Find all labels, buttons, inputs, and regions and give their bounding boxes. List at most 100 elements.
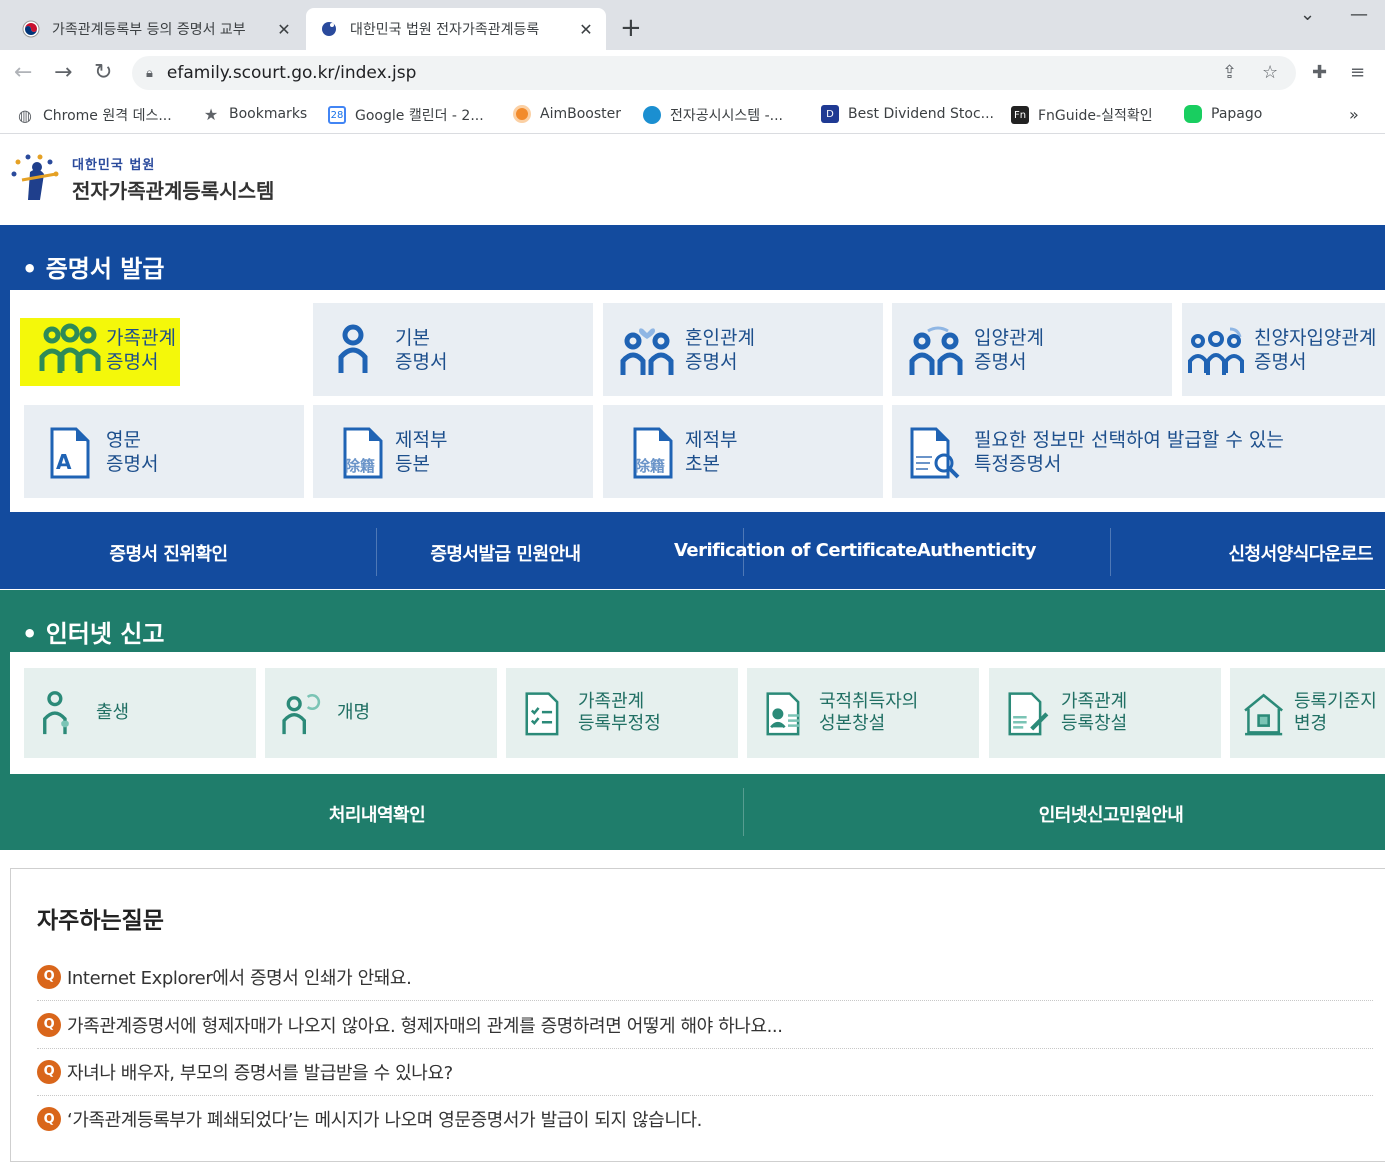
card-register-creation[interactable]: 가족관계 등록창설 [989,668,1221,758]
reload-icon[interactable]: ↻ [94,60,112,85]
card-adoption-cert[interactable]: 입양관계 증명서 [892,303,1172,396]
card-label-line1: 혼인관계 [685,326,755,349]
card-label-line2: 성본창설 [819,713,886,734]
link-cert-verification-kr[interactable]: 증명서 진위확인 [0,540,337,566]
card-label-line2: 등록창설 [1061,713,1128,734]
star-icon: ★ [203,104,219,124]
forward-icon[interactable]: → [54,60,72,85]
card-label-line2: 특정증명서 [974,452,1062,475]
faq-item[interactable]: Q ‘가족관계등록부가 폐쇄되었다’는 메시지가 나오며 영문증명서가 발급이 … [37,1095,1373,1143]
tab-search-icon[interactable]: ⌄ [1300,4,1315,25]
card-full-adoption-cert[interactable]: 친양자입양관계 증명서 [1182,303,1385,396]
new-tab-button[interactable]: + [620,14,642,42]
dart-icon [643,106,661,124]
browser-tabstrip: 가족관계등록부 등의 증명서 교부 ✕ 대한민국 법원 전자가족관계등록 ✕ +… [0,0,1385,50]
faq-box: 자주하는질문 Q Internet Explorer에서 증명서 인쇄가 안돼요… [10,868,1385,1162]
card-label-line2: 등록부정정 [578,713,661,734]
card-english-cert[interactable]: A 영문 증명서 [24,405,304,498]
link-form-download[interactable]: 신청서양식다운로드 [1036,540,1385,566]
birth-icon [43,691,69,735]
card-register-correction[interactable]: 가족관계 등록부정정 [506,668,738,758]
tab-active[interactable]: 대한민국 법원 전자가족관계등록 ✕ [306,8,606,50]
close-tab-icon[interactable]: ✕ [274,20,294,39]
checklist-icon [525,692,559,736]
bookmark-best-dividend[interactable]: D Best Dividend Stoc... [821,105,994,123]
card-birth-report[interactable]: 출생 [24,668,256,758]
link-report-guide[interactable]: 인터넷신고민원안내 [754,801,1385,827]
card-specific-cert[interactable]: 필요한 정보만 선택하여 발급할 수 있는 특정증명서 [892,405,1385,498]
link-processing-history[interactable]: 처리내역확인 [0,801,754,827]
logo-text-line1: 대한민국 법원 [72,158,156,173]
card-marriage-cert[interactable]: 혼인관계 증명서 [603,303,883,396]
link-divider [1110,528,1111,576]
card-label-line1: 기본 [395,326,430,349]
card-label-line1: 출생 [96,702,130,723]
report-section-title: • 인터넷 신고 [22,620,165,648]
bookmark-folder[interactable]: ★ Bookmarks [202,104,307,124]
bookmark-dart[interactable]: 전자공시시스템 -... [643,105,783,125]
couple-heart-icon [620,327,674,375]
bookmarks-bar: ◍ Chrome 원격 데스... ★ Bookmarks 28 Google 캘린더… [0,96,1385,134]
adoption-icon [909,326,963,375]
tab-title: 대한민국 법원 전자가족관계등록 [350,22,540,38]
card-basic-cert[interactable]: 기본 증명서 [313,303,593,396]
reading-list-icon[interactable]: ≡ [1350,62,1365,83]
removed-register-icon: 除籍 [343,427,383,478]
card-label-line2: 증명서 [106,452,159,475]
link-cert-verification-en[interactable]: Verification of CertificateAuthenticity [674,540,1037,566]
bookmark-aimbooster[interactable]: AimBooster [513,105,621,123]
person-icon [338,324,368,373]
card-registration-base-change[interactable]: 등록기준지 변경 [1230,668,1385,758]
bookmark-fnguide[interactable]: Fn FnGuide-실적확인 [1011,105,1153,125]
tab-inactive[interactable]: 가족관계등록부 등의 증명서 교부 ✕ [8,8,304,50]
calendar-icon: 28 [328,106,346,124]
report-links-bar: 처리내역확인 인터넷신고민원안내 [0,801,1385,827]
card-removed-register-extract[interactable]: 除籍 제적부 초본 [603,405,883,498]
card-family-relation-cert[interactable]: 가족관계 증명서 [24,303,304,396]
card-label-line2: 증명서 [395,350,448,373]
document-letter-text: A [56,450,72,474]
korea-flag-icon [22,20,40,38]
court-logo-icon [322,22,336,36]
bookmark-chrome-remote[interactable]: ◍ Chrome 원격 데스... [16,105,172,125]
faq-question: ‘가족관계등록부가 폐쇄되었다’는 메시지가 나오며 영문증명서가 발급이 되지… [67,1110,702,1131]
faq-item[interactable]: Q 자녀나 배우자, 부모의 증명서를 발급받을 수 있나요? [37,1048,1373,1096]
minimize-icon[interactable]: — [1350,4,1368,25]
card-removed-register-copy[interactable]: 除籍 제적부 등본 [313,405,593,498]
faq-title: 자주하는질문 [37,908,164,934]
card-label-line2: 증명서 [974,350,1027,373]
back-icon[interactable]: ← [14,60,32,85]
bookmark-google-calendar[interactable]: 28 Google 캘린더 - 2... [328,105,484,125]
card-label-line1: 제적부 [395,428,448,451]
target-icon [513,105,531,123]
link-divider [743,528,744,576]
family-icon [39,323,101,373]
fn-icon: Fn [1011,106,1029,124]
removed-register-icon: 除籍 [633,427,673,478]
bookmark-star-icon[interactable]: ☆ [1262,56,1278,90]
card-label-line1: 영문 [106,428,141,451]
browser-toolbar: ← → ↻ 🔒︎ efamily.scourt.go.kr/index.jsp … [0,50,1385,96]
card-name-change[interactable]: 개명 [265,668,497,758]
site-logo[interactable]: 대한민국 법원 전자가족관계등록시스템 [8,152,274,206]
share-icon[interactable]: ⇪ [1222,56,1237,90]
question-badge-icon: Q [37,1059,61,1084]
faq-item[interactable]: Q Internet Explorer에서 증명서 인쇄가 안돼요. [37,953,1373,1001]
card-label-line1: 개명 [337,702,371,723]
question-badge-icon: Q [37,1107,61,1131]
faq-item[interactable]: Q 가족관계증명서에 형제자매가 나오지 않아요. 형제자매의 관계를 증명하려… [37,1001,1373,1049]
extensions-icon[interactable]: ✚ [1312,62,1327,83]
bookmarks-overflow-button[interactable]: » [1349,105,1359,124]
question-badge-icon: Q [37,1012,61,1037]
certificate-section-title: • 증명서 발급 [22,255,165,283]
d-icon: D [821,105,839,123]
card-naturalization-surname[interactable]: 국적취득자의 성본창설 [747,668,979,758]
card-label-line1: 국적취득자의 [819,691,919,712]
close-tab-icon[interactable]: ✕ [576,20,596,39]
court-emblem-icon [11,154,59,200]
card-label-line1: 등록기준지 [1294,691,1377,712]
card-label-line2: 증명서 [1254,350,1307,373]
bookmark-papago[interactable]: Papago [1184,105,1262,123]
link-cert-issue-guide[interactable]: 증명서발급 민원안내 [337,540,674,566]
address-bar[interactable]: 🔒︎ efamily.scourt.go.kr/index.jsp ⇪ ☆ [132,56,1296,90]
